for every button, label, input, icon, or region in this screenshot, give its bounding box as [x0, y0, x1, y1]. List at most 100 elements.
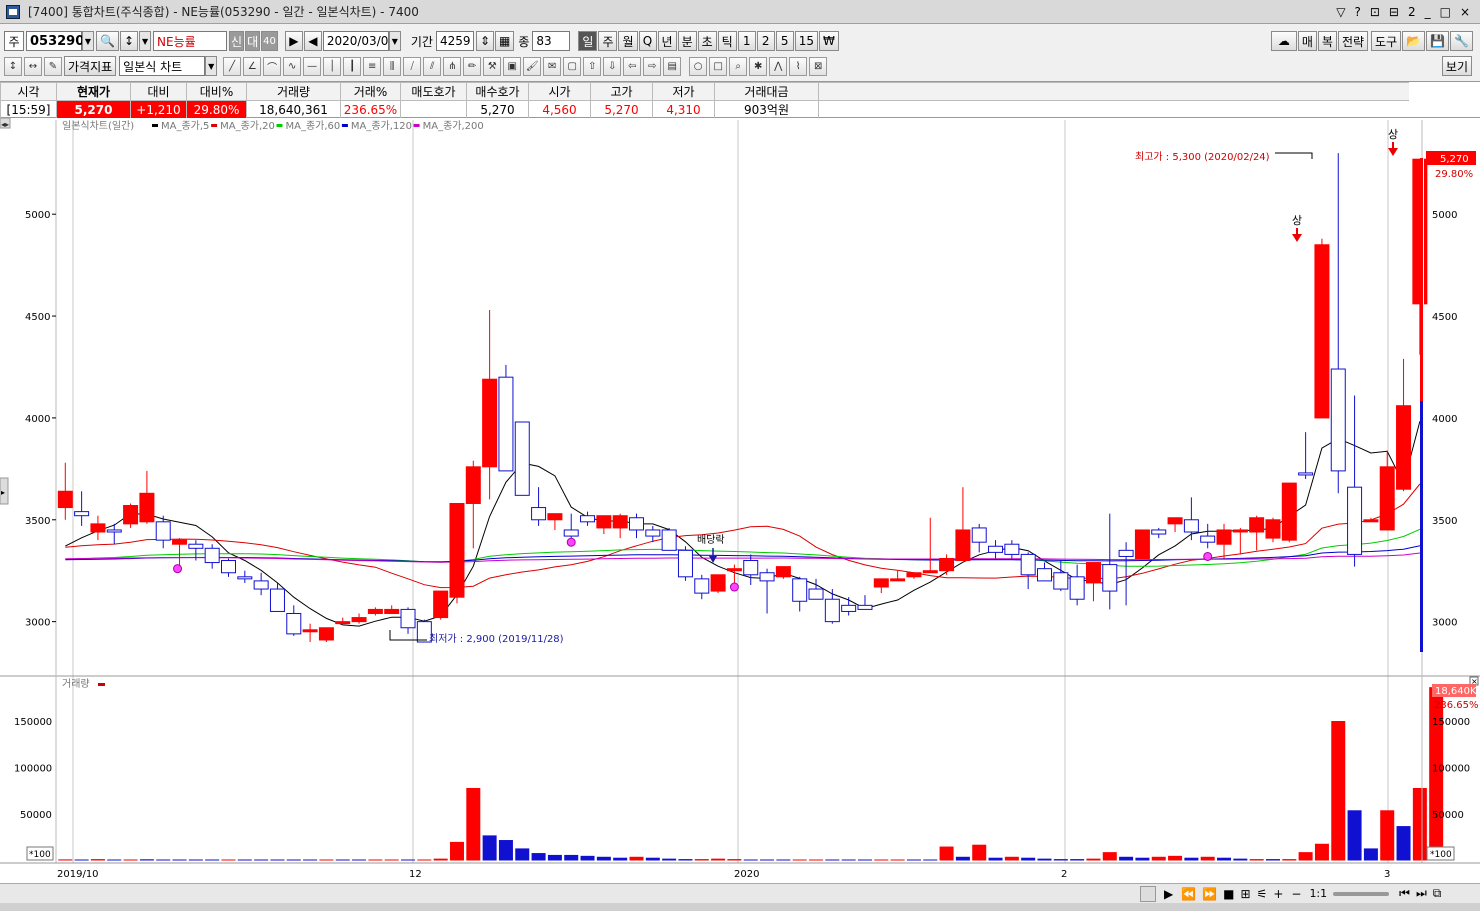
arrow-down-icon[interactable]: ⇩ — [603, 56, 622, 76]
fast-forward-icon[interactable]: ⏩ — [1202, 887, 1217, 901]
tf-5[interactable]: 5 — [775, 31, 794, 51]
pin-icon[interactable]: ⊡ — [1370, 5, 1380, 19]
menu-icon[interactable]: ▽ — [1336, 5, 1345, 19]
link-icon[interactable]: ⊟ — [1389, 5, 1399, 19]
angle-icon[interactable]: ∠ — [243, 56, 262, 76]
period-stepper-icon[interactable]: ⇕ — [475, 31, 494, 51]
tf-tick[interactable]: 틱 — [717, 31, 737, 51]
edit-icon[interactable]: ✎ — [44, 56, 62, 76]
pen-icon[interactable]: ✏ — [463, 56, 482, 76]
rect-icon[interactable]: □ — [709, 56, 728, 76]
color-icon[interactable]: ▣ — [503, 56, 522, 76]
tf-15[interactable]: 15 — [794, 31, 818, 51]
chart-type-select[interactable]: 일본식 차트 — [119, 56, 206, 76]
fib-time-icon[interactable]: ⫼ — [383, 56, 402, 76]
next-icon[interactable]: ▶ — [284, 31, 303, 51]
delete-icon[interactable]: ⊠ — [809, 56, 828, 76]
axis-icon[interactable]: ⚟ — [1257, 887, 1268, 901]
buy-button[interactable]: 매 — [1297, 31, 1317, 51]
vline-icon[interactable]: │ — [323, 56, 342, 76]
brush-icon[interactable]: 🖌 — [523, 56, 542, 76]
zoom-in-icon[interactable]: + — [1273, 887, 1283, 901]
date-input[interactable]: 2020/03/02 — [322, 31, 396, 51]
count-input[interactable]: 83 — [532, 31, 571, 51]
rewind-icon[interactable]: ⏪ — [1181, 887, 1196, 901]
zoom-out-icon[interactable]: − — [1291, 887, 1301, 901]
volume-bar — [1135, 857, 1150, 861]
tf-2[interactable]: 2 — [756, 31, 775, 51]
hline-icon[interactable]: — — [303, 56, 322, 76]
tools-button[interactable]: 도구 — [1371, 31, 1402, 51]
code-input[interactable]: 053290 — [26, 31, 84, 51]
trendline-icon[interactable]: ╱ — [223, 56, 242, 76]
scroll-left-icon[interactable]: ▶ — [1164, 887, 1173, 901]
box-icon[interactable]: ▢ — [563, 56, 582, 76]
first-page-icon[interactable]: ⏮ — [1399, 886, 1410, 901]
tf-second[interactable]: 초 — [697, 31, 717, 51]
search-icon[interactable]: 🔍 — [96, 31, 119, 51]
circle-icon[interactable]: ○ — [689, 56, 708, 76]
arrow-up-icon[interactable]: ⇧ — [583, 56, 602, 76]
up-down-icon[interactable]: ↕ — [4, 56, 22, 76]
tf-day[interactable]: 일 — [578, 31, 598, 51]
tf-quarter[interactable]: Q — [638, 31, 657, 51]
arc-icon[interactable]: ⌒ — [263, 56, 282, 76]
tf-year[interactable]: 년 — [657, 31, 677, 51]
data-window-icon[interactable]: ⊞ — [1240, 887, 1250, 901]
tf-week[interactable]: 주 — [598, 31, 618, 51]
code-dropdown-icon[interactable]: ▼ — [82, 31, 94, 51]
chart-area[interactable]: ◂▸ ▸ 일본식차트(일간) MA_종가,5 MA_종가,20 MA_종가,60 MA… — [0, 118, 1480, 884]
last-page-icon[interactable]: ⏭ — [1416, 886, 1427, 901]
sort-dropdown-icon[interactable]: ▼ — [139, 31, 152, 51]
grid-icon[interactable]: ▦ — [495, 31, 515, 51]
maximize-icon[interactable]: □ — [1440, 5, 1451, 19]
help-icon[interactable]: ? — [1354, 5, 1360, 19]
open-icon[interactable]: 📂 — [1402, 31, 1426, 51]
left-right-icon[interactable]: ↔ — [24, 56, 42, 76]
zoom-slider[interactable] — [1333, 891, 1390, 896]
page-icon[interactable]: ▤ — [663, 56, 682, 76]
zoom-icon[interactable]: ⌕ — [729, 56, 748, 76]
screen-number[interactable]: 2 — [1408, 5, 1416, 19]
channel-icon[interactable]: ⫽ — [423, 56, 442, 76]
chart-type-dropdown-icon[interactable]: ▼ — [205, 56, 218, 76]
fib-icon[interactable]: ≡ — [363, 56, 382, 76]
strategy-button[interactable]: 전략 — [1337, 31, 1369, 51]
cloud-icon[interactable]: ☁ — [1270, 31, 1297, 51]
calendar-dropdown-icon[interactable]: ▼ — [388, 31, 401, 51]
tf-won[interactable]: ₩ — [819, 31, 839, 51]
magic-icon[interactable]: ✱ — [749, 56, 768, 76]
tf-1[interactable]: 1 — [737, 31, 756, 51]
market-selector[interactable]: 주 — [4, 31, 24, 51]
multi-vline-icon[interactable]: ┃ — [343, 56, 362, 76]
ratio-icon[interactable]: 1:1 — [1309, 887, 1327, 900]
arrow-left-icon[interactable]: ⇦ — [623, 56, 642, 76]
sort-icon[interactable]: ↕ — [119, 31, 139, 51]
copy-button[interactable]: 복 — [1317, 31, 1337, 51]
tf-minute[interactable]: 분 — [677, 31, 697, 51]
scroll-track-end[interactable] — [1140, 885, 1156, 902]
candle-body — [237, 576, 253, 580]
export-icon[interactable]: ⧉ — [1433, 886, 1442, 901]
indicator-button[interactable]: 가격지표 — [64, 56, 117, 76]
pattern-icon[interactable]: ⌇ — [789, 56, 808, 76]
candlestick-chart[interactable]: ◂▸ ▸ 일본식차트(일간) MA_종가,5 MA_종가,20 MA_종가,60 MA… — [0, 118, 1480, 884]
zigzag-icon[interactable]: ⋀ — [769, 56, 788, 76]
wave-icon[interactable]: ∿ — [283, 56, 302, 76]
volume-bar — [1396, 826, 1411, 861]
prev-icon[interactable]: ◀ — [303, 31, 322, 51]
stop-icon[interactable]: ■ — [1223, 887, 1234, 901]
candle-body — [808, 588, 824, 600]
period-input[interactable]: 4259 — [435, 31, 474, 51]
note-icon[interactable]: ✉ — [543, 56, 562, 76]
minimize-icon[interactable]: _ — [1425, 5, 1431, 19]
tools-icon[interactable]: ⚒ — [483, 56, 502, 76]
save-icon[interactable]: 💾 — [1426, 31, 1450, 51]
settings-icon[interactable]: 🔧 — [1450, 31, 1473, 51]
gann-icon[interactable]: ⧸ — [403, 56, 422, 76]
arrow-right-icon[interactable]: ⇨ — [643, 56, 662, 76]
close-icon[interactable]: × — [1460, 5, 1470, 19]
tf-month[interactable]: 월 — [618, 31, 638, 51]
view-button[interactable]: 보기 — [1441, 56, 1472, 76]
pitchfork-icon[interactable]: ⋔ — [443, 56, 462, 76]
